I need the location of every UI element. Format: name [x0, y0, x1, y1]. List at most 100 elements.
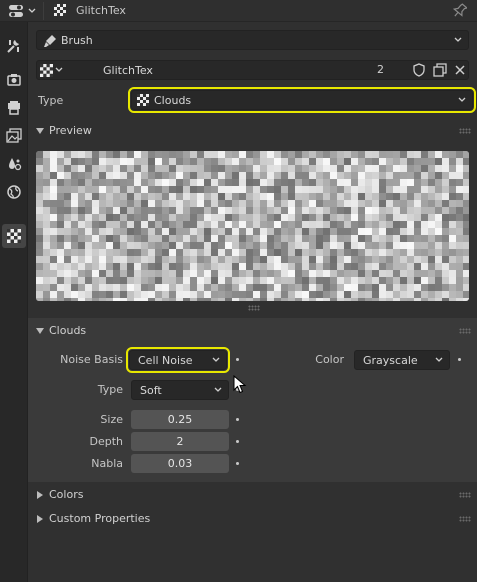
- noise-cell: [64, 284, 71, 291]
- noise-cell: [449, 214, 456, 221]
- noise-cell: [190, 193, 197, 200]
- noise-cell: [134, 249, 141, 256]
- drag-grip-icon[interactable]: [459, 328, 471, 334]
- noise-cell: [456, 263, 463, 270]
- close-icon[interactable]: [454, 64, 466, 76]
- noise-cell: [99, 158, 106, 165]
- drag-grip-icon[interactable]: [459, 516, 471, 522]
- noise-cell: [337, 291, 344, 298]
- noise-cell: [183, 291, 190, 298]
- noise-cell: [78, 291, 85, 298]
- noise-cell: [274, 249, 281, 256]
- tab-output[interactable]: [2, 96, 26, 120]
- noise-cell: [106, 277, 113, 284]
- noise-cell: [239, 291, 246, 298]
- noise-cell: [64, 298, 71, 301]
- noise-cell: [351, 291, 358, 298]
- noise-cell: [337, 298, 344, 301]
- noise-cell: [351, 214, 358, 221]
- noise-cell: [400, 256, 407, 263]
- noise-cell: [344, 193, 351, 200]
- noise-cell: [246, 242, 253, 249]
- noise-cell: [176, 235, 183, 242]
- noise-cell: [232, 298, 239, 301]
- noise-cell: [351, 298, 358, 301]
- noise-cell: [148, 200, 155, 207]
- noise-cell: [127, 256, 134, 263]
- depth-field[interactable]: 2: [131, 432, 229, 451]
- tab-world[interactable]: [2, 180, 26, 204]
- keyframe-dot[interactable]: [236, 462, 239, 465]
- noise-cell: [260, 193, 267, 200]
- noise-basis-dropdown[interactable]: Cell Noise: [126, 347, 230, 373]
- noise-cell: [386, 186, 393, 193]
- noise-cell: [323, 207, 330, 214]
- tab-view-layer[interactable]: [2, 124, 26, 148]
- noise-cell: [442, 200, 449, 207]
- noise-cell: [155, 235, 162, 242]
- noise-cell: [92, 284, 99, 291]
- browse-texture-button[interactable]: [40, 63, 68, 77]
- nabla-field[interactable]: 0.03: [131, 454, 229, 473]
- noise-cell: [218, 291, 225, 298]
- user-count[interactable]: 2: [377, 63, 384, 76]
- noise-cell: [92, 165, 99, 172]
- tab-tool[interactable]: [2, 34, 26, 58]
- noise-cell: [302, 186, 309, 193]
- noise-type-dropdown[interactable]: Soft: [131, 380, 229, 400]
- noise-cell: [113, 165, 120, 172]
- tab-texture[interactable]: [2, 224, 26, 248]
- noise-cell: [316, 249, 323, 256]
- noise-cell: [155, 228, 162, 235]
- noise-cell: [141, 270, 148, 277]
- noise-cell: [302, 270, 309, 277]
- noise-cell: [330, 207, 337, 214]
- noise-cell: [85, 284, 92, 291]
- noise-cell: [78, 200, 85, 207]
- tab-scene[interactable]: [2, 152, 26, 176]
- expanded-arrow-icon: [36, 328, 44, 334]
- pin-icon[interactable]: [453, 3, 467, 19]
- keyframe-dot[interactable]: [458, 358, 461, 361]
- keyframe-dot[interactable]: [236, 358, 239, 361]
- noise-cell: [316, 207, 323, 214]
- noise-cell: [449, 186, 456, 193]
- drag-grip-icon[interactable]: [459, 128, 471, 134]
- clouds-panel-header[interactable]: Clouds: [28, 320, 477, 342]
- noise-cell: [365, 256, 372, 263]
- brush-context-dropdown[interactable]: Brush: [36, 30, 469, 50]
- noise-cell: [421, 291, 428, 298]
- noise-cell: [414, 172, 421, 179]
- fake-user-shield-icon[interactable]: [412, 63, 426, 77]
- editor-type-menu[interactable]: [8, 2, 40, 20]
- custom-properties-panel-header[interactable]: Custom Properties: [28, 508, 477, 530]
- colors-panel-header[interactable]: Colors: [28, 484, 477, 506]
- drag-grip-icon[interactable]: [459, 492, 471, 498]
- noise-cell: [120, 235, 127, 242]
- noise-cell: [155, 207, 162, 214]
- tab-render[interactable]: [2, 68, 26, 92]
- noise-cell: [288, 165, 295, 172]
- texture-type-dropdown[interactable]: Clouds: [128, 87, 476, 113]
- noise-cell: [155, 291, 162, 298]
- noise-cell: [435, 193, 442, 200]
- color-dropdown[interactable]: Grayscale: [354, 350, 450, 370]
- noise-cell: [246, 263, 253, 270]
- preview-resize-grip[interactable]: [248, 305, 260, 311]
- noise-cell: [183, 200, 190, 207]
- noise-cell: [260, 207, 267, 214]
- noise-cell: [330, 151, 337, 158]
- duplicate-icon[interactable]: [433, 63, 447, 77]
- noise-cell: [141, 172, 148, 179]
- noise-cell: [442, 193, 449, 200]
- texture-name-field[interactable]: GlitchTex: [71, 61, 401, 79]
- size-field[interactable]: 0.25: [131, 410, 229, 429]
- noise-cell: [113, 200, 120, 207]
- keyframe-dot[interactable]: [236, 440, 239, 443]
- keyframe-dot[interactable]: [236, 418, 239, 421]
- noise-cell: [281, 200, 288, 207]
- noise-cell: [113, 242, 120, 249]
- noise-cell: [253, 298, 260, 301]
- noise-cell: [323, 298, 330, 301]
- preview-panel-header[interactable]: Preview: [28, 120, 477, 142]
